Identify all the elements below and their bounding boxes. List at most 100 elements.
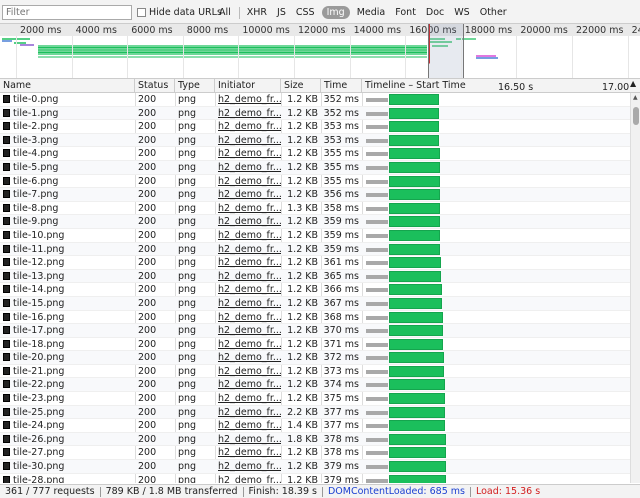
initiator-link[interactable]: h2_demo_fr... xyxy=(215,433,281,447)
request-name-cell[interactable]: tile-7.png xyxy=(0,188,135,202)
table-row[interactable]: tile-5.png 200 png h2_demo_fr... 1.2 KB 355 m… xyxy=(0,160,630,175)
request-name-cell[interactable]: tile-17.png xyxy=(0,324,135,338)
request-name-cell[interactable]: tile-15.png xyxy=(0,297,135,311)
initiator-link[interactable]: h2_demo_fr... xyxy=(215,460,281,474)
type-filter-ws[interactable]: WS xyxy=(451,6,472,19)
initiator-link[interactable]: h2_demo_fr... xyxy=(215,283,281,297)
type-filter-xhr[interactable]: XHR xyxy=(244,6,270,19)
initiator-link[interactable]: h2_demo_fr... xyxy=(215,270,281,284)
column-header-initiator[interactable]: Initiator xyxy=(215,79,281,93)
column-header-status[interactable]: Status xyxy=(135,79,175,93)
initiator-link[interactable]: h2_demo_fr... xyxy=(215,107,281,121)
request-name-cell[interactable]: tile-5.png xyxy=(0,161,135,175)
table-row[interactable]: tile-8.png 200 png h2_demo_fr... 1.3 KB 358 m… xyxy=(0,202,630,216)
request-name-cell[interactable]: tile-27.png xyxy=(0,446,135,460)
initiator-link[interactable]: h2_demo_fr... xyxy=(215,378,281,392)
request-name-cell[interactable]: tile-12.png xyxy=(0,256,135,270)
column-header-time[interactable]: Time xyxy=(321,79,362,93)
request-name-cell[interactable]: tile-20.png xyxy=(0,351,135,365)
table-row[interactable]: tile-25.png 200 png h2_demo_fr... 2.2 KB 377 … xyxy=(0,405,630,420)
initiator-link[interactable]: h2_demo_fr... xyxy=(215,256,281,270)
table-row[interactable]: tile-28.png 200 png h2_demo_fr... 1.2 KB 379 … xyxy=(0,474,630,483)
table-row[interactable]: tile-4.png 200 png h2_demo_fr... 1.2 KB 355 m… xyxy=(0,147,630,161)
request-name-cell[interactable]: tile-10.png xyxy=(0,229,135,243)
table-row[interactable]: tile-26.png 200 png h2_demo_fr... 1.8 KB 378 … xyxy=(0,432,630,447)
request-name-cell[interactable]: tile-18.png xyxy=(0,338,135,352)
hide-data-urls-checkbox[interactable] xyxy=(137,8,146,17)
request-name-cell[interactable]: tile-25.png xyxy=(0,406,135,420)
table-row[interactable]: tile-9.png 200 png h2_demo_fr... 1.2 KB 359 m… xyxy=(0,215,630,229)
type-filter-css[interactable]: CSS xyxy=(293,6,318,19)
initiator-link[interactable]: h2_demo_fr... xyxy=(215,351,281,365)
table-row[interactable]: tile-12.png 200 png h2_demo_fr... 1.2 KB 361 … xyxy=(0,256,630,270)
table-scrollbar[interactable]: ▲ xyxy=(630,93,640,483)
initiator-link[interactable]: h2_demo_fr... xyxy=(215,161,281,175)
initiator-link[interactable]: h2_demo_fr... xyxy=(215,324,281,338)
table-row[interactable]: tile-7.png 200 png h2_demo_fr... 1.2 KB 356 m… xyxy=(0,188,630,202)
request-name-cell[interactable]: tile-2.png xyxy=(0,120,135,134)
type-filter-doc[interactable]: Doc xyxy=(423,6,447,19)
request-name-cell[interactable]: tile-4.png xyxy=(0,147,135,161)
request-name-cell[interactable]: tile-14.png xyxy=(0,283,135,297)
initiator-link[interactable]: h2_demo_fr... xyxy=(215,175,281,189)
table-row[interactable]: tile-17.png 200 png h2_demo_fr... 1.2 KB 370 … xyxy=(0,324,630,338)
initiator-link[interactable]: h2_demo_fr... xyxy=(215,215,281,229)
table-row[interactable]: tile-18.png 200 png h2_demo_fr... 1.2 KB 371 … xyxy=(0,338,630,352)
type-filter-all[interactable]: All xyxy=(216,6,234,19)
column-header-type[interactable]: Type xyxy=(175,79,215,93)
request-name-cell[interactable]: tile-9.png xyxy=(0,215,135,229)
column-header-name[interactable]: Name xyxy=(0,79,135,93)
table-row[interactable]: tile-10.png 200 png h2_demo_fr... 1.2 KB 359 … xyxy=(0,229,630,243)
initiator-link[interactable]: h2_demo_fr... xyxy=(215,419,281,433)
initiator-link[interactable]: h2_demo_fr... xyxy=(215,229,281,243)
initiator-link[interactable]: h2_demo_fr... xyxy=(215,297,281,311)
request-name-cell[interactable]: tile-6.png xyxy=(0,175,135,189)
initiator-link[interactable]: h2_demo_fr... xyxy=(215,202,281,216)
initiator-link[interactable]: h2_demo_fr... xyxy=(215,147,281,161)
initiator-link[interactable]: h2_demo_fr... xyxy=(215,446,281,460)
table-row[interactable]: tile-13.png 200 png h2_demo_fr... 1.2 KB 365 … xyxy=(0,269,630,284)
request-name-cell[interactable]: tile-8.png xyxy=(0,202,135,216)
initiator-link[interactable]: h2_demo_fr... xyxy=(215,338,281,352)
initiator-link[interactable]: h2_demo_fr... xyxy=(215,243,281,257)
type-filter-js[interactable]: JS xyxy=(274,6,289,19)
table-row[interactable]: tile-2.png 200 png h2_demo_fr... 1.2 KB 353 m… xyxy=(0,120,630,134)
table-row[interactable]: tile-20.png 200 png h2_demo_fr... 1.2 KB 372 … xyxy=(0,351,630,365)
initiator-link[interactable]: h2_demo_fr... xyxy=(215,365,281,379)
request-name-cell[interactable]: tile-22.png xyxy=(0,378,135,392)
table-row[interactable]: tile-22.png 200 png h2_demo_fr... 1.2 KB 374 … xyxy=(0,378,630,393)
type-filter-img[interactable]: Img xyxy=(321,6,350,19)
request-name-cell[interactable]: tile-21.png xyxy=(0,365,135,379)
table-row[interactable]: tile-16.png 200 png h2_demo_fr... 1.2 KB 368 … xyxy=(0,311,630,325)
request-name-cell[interactable]: tile-3.png xyxy=(0,134,135,148)
table-row[interactable]: tile-11.png 200 png h2_demo_fr... 1.2 KB 359 … xyxy=(0,242,630,257)
initiator-link[interactable]: h2_demo_fr... xyxy=(215,134,281,148)
table-row[interactable]: tile-1.png 200 png h2_demo_fr... 1.2 KB 352 m… xyxy=(0,106,630,121)
type-filter-media[interactable]: Media xyxy=(354,6,389,19)
table-row[interactable]: tile-14.png 200 png h2_demo_fr... 1.2 KB 366 … xyxy=(0,283,630,297)
type-filter-other[interactable]: Other xyxy=(477,6,510,19)
initiator-link[interactable]: h2_demo_fr... xyxy=(215,120,281,134)
request-name-cell[interactable]: tile-24.png xyxy=(0,419,135,433)
table-row[interactable]: tile-3.png 200 png h2_demo_fr... 1.2 KB 353 m… xyxy=(0,133,630,148)
request-name-cell[interactable]: tile-1.png xyxy=(0,107,135,121)
table-row[interactable]: tile-6.png 200 png h2_demo_fr... 1.2 KB 355 m… xyxy=(0,175,630,189)
request-name-cell[interactable]: tile-23.png xyxy=(0,392,135,406)
table-row[interactable]: tile-0.png 200 png h2_demo_fr... 1.2 KB 352 m… xyxy=(0,93,630,107)
initiator-link[interactable]: h2_demo_fr... xyxy=(215,188,281,202)
table-row[interactable]: tile-27.png 200 png h2_demo_fr... 1.2 KB 378 … xyxy=(0,446,630,461)
initiator-link[interactable]: h2_demo_fr... xyxy=(215,474,281,483)
request-name-cell[interactable]: tile-11.png xyxy=(0,243,135,257)
table-row[interactable]: tile-30.png 200 png h2_demo_fr... 1.2 KB 379 … xyxy=(0,460,630,474)
type-filter-font[interactable]: Font xyxy=(392,6,419,19)
scroll-up-icon[interactable]: ▲ xyxy=(633,94,638,101)
initiator-link[interactable]: h2_demo_fr... xyxy=(215,311,281,325)
initiator-link[interactable]: h2_demo_fr... xyxy=(215,406,281,420)
request-name-cell[interactable]: tile-16.png xyxy=(0,311,135,325)
column-header-size[interactable]: Size xyxy=(281,79,321,93)
table-row[interactable]: tile-21.png 200 png h2_demo_fr... 1.2 KB 373 … xyxy=(0,365,630,379)
table-row[interactable]: tile-23.png 200 png h2_demo_fr... 1.2 KB 375 … xyxy=(0,392,630,406)
initiator-link[interactable]: h2_demo_fr... xyxy=(215,93,281,107)
overview-selection-window[interactable] xyxy=(428,24,464,78)
initiator-link[interactable]: h2_demo_fr... xyxy=(215,392,281,406)
